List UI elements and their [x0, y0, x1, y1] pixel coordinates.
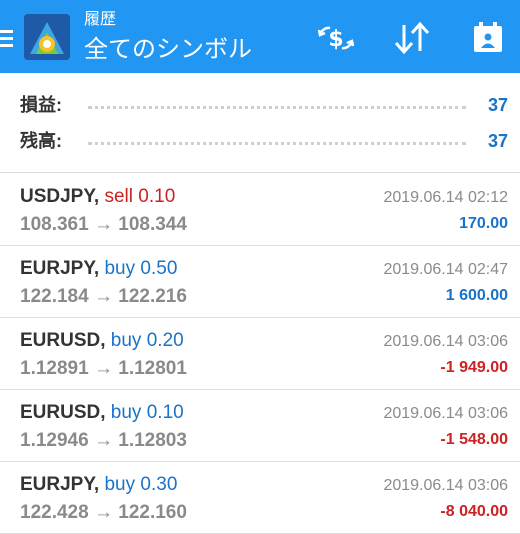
close-price: 108.344	[118, 214, 187, 235]
close-price: 122.160	[118, 502, 187, 523]
trade-row[interactable]: EURJPY, buy 0.50 122.184 → 122.216 2019.…	[0, 246, 520, 318]
trade-time: 2019.06.14 03:06	[383, 333, 508, 350]
trade-time: 2019.06.14 02:47	[383, 261, 508, 278]
trade-volume: 0.10	[138, 186, 176, 207]
menu-icon[interactable]	[0, 30, 16, 48]
trade-volume: 0.20	[146, 330, 184, 351]
arrow-icon: →	[93, 358, 113, 379]
symbol-filter-title[interactable]: 全てのシンボル	[84, 34, 252, 66]
sort-icon[interactable]	[392, 18, 432, 58]
close-price: 1.12803	[118, 430, 187, 451]
arrow-icon: →	[93, 502, 113, 523]
close-price: 122.216	[118, 286, 187, 307]
trade-time: 2019.06.14 03:06	[383, 405, 508, 422]
trade-time: 2019.06.14 02:12	[383, 189, 508, 206]
trade-row[interactable]: USDJPY, sell 0.10 108.361 → 108.344 2019…	[0, 174, 520, 246]
calendar-icon[interactable]	[468, 18, 508, 58]
trade-profit: 1 600.00	[445, 287, 508, 304]
open-price: 1.12891	[20, 358, 89, 379]
screen-subtitle: 履歴	[84, 11, 117, 28]
trade-prices: 108.361 → 108.344	[20, 212, 187, 238]
trade-side: buy	[104, 474, 136, 495]
metatrader-logo-icon	[24, 14, 70, 60]
trade-row[interactable]: EURJPY, buy 0.30 122.428 → 122.160 2019.…	[0, 462, 520, 534]
app-bar: 履歴 全てのシンボル $	[0, 0, 520, 73]
dotted-leader	[88, 106, 466, 109]
open-price: 108.361	[20, 214, 89, 235]
profit-value: 37	[487, 95, 508, 115]
open-price: 122.428	[20, 502, 89, 523]
trade-prices: 1.12946 → 1.12803	[20, 428, 187, 454]
trade-row[interactable]: EURUSD, buy 0.20 1.12891 → 1.12801 2019.…	[0, 318, 520, 390]
dotted-leader	[88, 142, 466, 145]
trade-symbol: EURUSD,	[20, 402, 106, 423]
trade-symbol: USDJPY,	[20, 186, 100, 207]
trade-volume: 0.10	[146, 402, 184, 423]
arrow-icon: →	[93, 430, 113, 451]
trade-title: EURUSD, buy 0.10	[20, 400, 184, 426]
balance-value: 37	[487, 131, 508, 151]
trade-side: buy	[104, 258, 136, 279]
arrow-icon: →	[93, 214, 113, 235]
trade-row[interactable]: EURUSD, buy 0.10 1.12946 → 1.12803 2019.…	[0, 390, 520, 462]
open-price: 122.184	[20, 286, 89, 307]
dollar-exchange-icon[interactable]: $	[316, 18, 356, 58]
trade-title: EURJPY, buy 0.30	[20, 472, 177, 498]
trade-title: EURJPY, buy 0.50	[20, 256, 177, 282]
trade-side: sell	[104, 186, 133, 207]
trade-symbol: EURJPY,	[20, 258, 100, 279]
trade-volume: 0.50	[140, 258, 178, 279]
trade-side: buy	[110, 402, 142, 423]
profit-summary-row: 損益: 37	[20, 92, 508, 118]
balance-summary-row: 残高: 37	[20, 128, 508, 154]
svg-text:$: $	[328, 27, 343, 52]
trade-side: buy	[110, 330, 142, 351]
trade-volume: 0.30	[140, 474, 178, 495]
trade-profit: -8 040.00	[440, 503, 508, 520]
trade-history-list: USDJPY, sell 0.10 108.361 → 108.344 2019…	[0, 174, 520, 534]
trade-profit: 170.00	[459, 215, 508, 232]
profit-label: 損益:	[20, 95, 62, 115]
trade-profit: -1 949.00	[440, 359, 508, 376]
trade-title: USDJPY, sell 0.10	[20, 184, 175, 210]
trade-prices: 1.12891 → 1.12801	[20, 356, 187, 382]
summary-panel: 損益: 37 残高: 37	[0, 73, 520, 173]
arrow-icon: →	[93, 286, 113, 307]
trade-profit: -1 548.00	[440, 431, 508, 448]
close-price: 1.12801	[118, 358, 187, 379]
balance-label: 残高:	[20, 131, 62, 151]
trade-prices: 122.428 → 122.160	[20, 500, 187, 526]
trade-time: 2019.06.14 03:06	[383, 477, 508, 494]
trade-title: EURUSD, buy 0.20	[20, 328, 184, 354]
trade-symbol: EURJPY,	[20, 474, 100, 495]
trade-prices: 122.184 → 122.216	[20, 284, 187, 310]
trade-symbol: EURUSD,	[20, 330, 106, 351]
open-price: 1.12946	[20, 430, 89, 451]
